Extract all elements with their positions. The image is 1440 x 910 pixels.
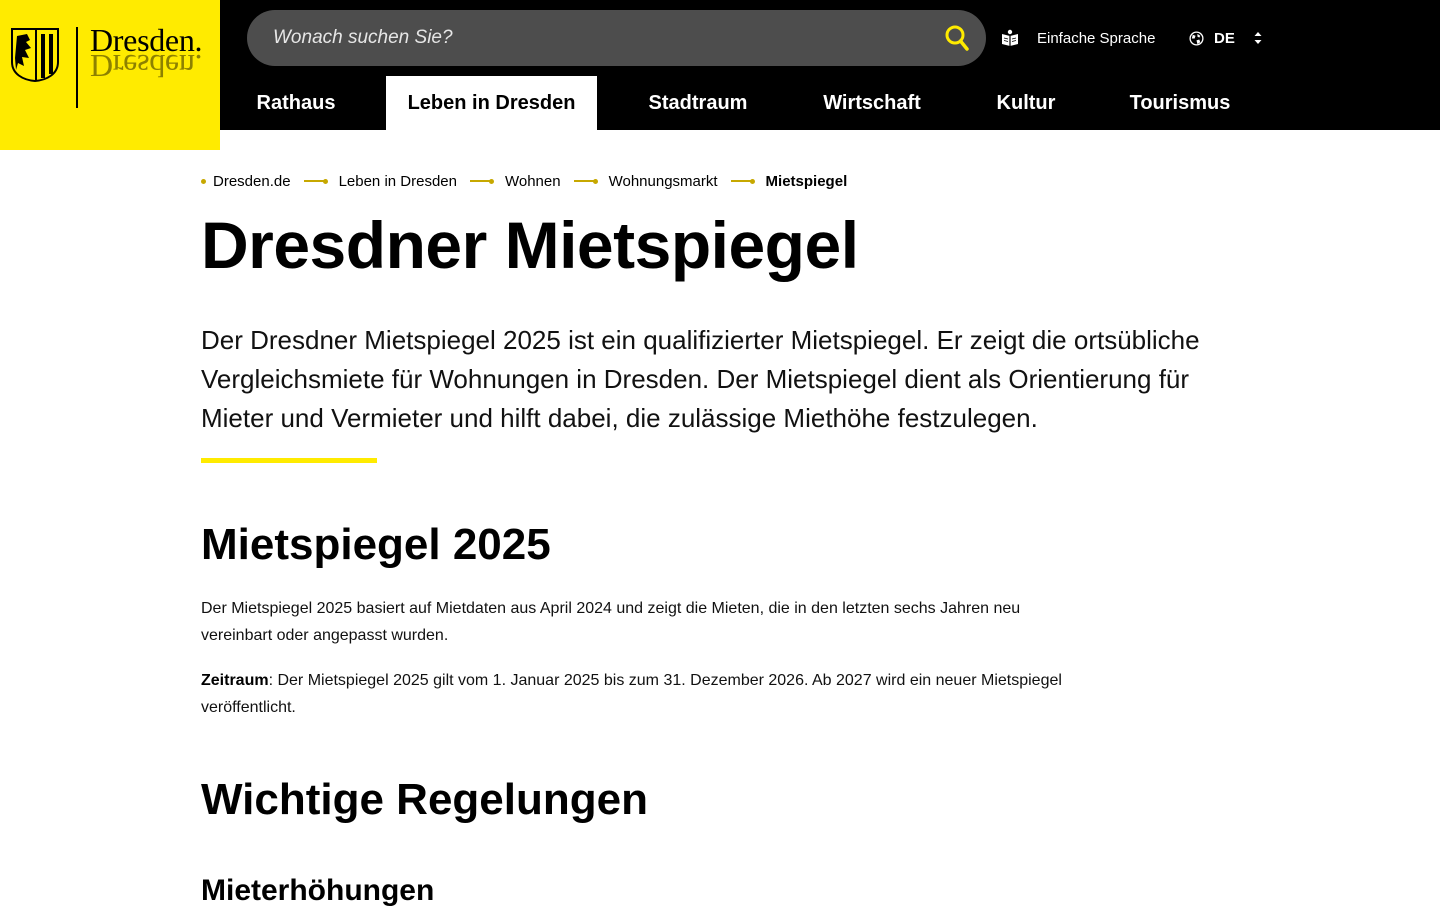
lead-paragraph: Der Dresdner Mietspiegel 2025 ist ein qu… <box>201 325 1200 433</box>
main-navigation: Rathaus Leben in Dresden Stadtraum Wirts… <box>220 76 1440 130</box>
accent-divider <box>201 458 377 463</box>
site-logo[interactable]: Dresden. Dresden. <box>0 0 220 150</box>
logo-divider <box>76 27 78 108</box>
easy-language-icon <box>1002 29 1018 46</box>
easy-language-link[interactable]: Einfache Sprache <box>1001 24 1155 52</box>
breadcrumb-bullet <box>201 178 206 184</box>
globe-icon <box>1189 30 1204 46</box>
breadcrumb: Dresden.de Leben in Dresden Wohnen Wohnu… <box>201 170 847 192</box>
dresden-crest-icon <box>11 28 59 82</box>
search-input[interactable] <box>273 10 913 66</box>
breadcrumb-separator <box>730 178 755 184</box>
breadcrumb-separator <box>573 178 598 184</box>
section-paragraph-period: Zeitraum: Der Mietspiegel 2025 gilt vom … <box>201 667 1071 721</box>
select-arrows-icon <box>1254 32 1262 44</box>
section-paragraph: Der Mietspiegel 2025 basiert auf Mietdat… <box>201 600 1021 644</box>
easy-language-label: Einfache Sprache <box>1037 29 1156 47</box>
period-text: : Der Mietspiegel 2025 gilt vom 1. Janua… <box>201 672 1062 716</box>
nav-item-tourismus[interactable]: Tourismus <box>1116 76 1244 130</box>
breadcrumb-item[interactable]: Leben in Dresden <box>339 173 457 190</box>
breadcrumb-item[interactable]: Dresden.de <box>213 173 291 190</box>
nav-item-leben-in-dresden[interactable]: Leben in Dresden <box>386 76 597 130</box>
breadcrumb-separator <box>469 178 494 184</box>
language-selector[interactable]: DE <box>1189 24 1263 52</box>
breadcrumb-current: Mietspiegel <box>765 172 848 190</box>
nav-item-stadtraum[interactable]: Stadtraum <box>633 76 763 130</box>
page-title: Dresdner Mietspiegel <box>201 208 859 282</box>
nav-item-wirtschaft[interactable]: Wirtschaft <box>807 76 937 130</box>
nav-item-rathaus[interactable]: Rathaus <box>242 76 350 130</box>
search-icon <box>945 25 969 51</box>
breadcrumb-item[interactable]: Wohnen <box>505 173 561 190</box>
section-heading-mietspiegel-2025: Mietspiegel 2025 <box>201 520 551 569</box>
search-button[interactable] <box>944 24 970 52</box>
section-heading-regelungen: Wichtige Regelungen <box>201 775 648 824</box>
subsection-heading-mieterhoehungen: Mieterhöhungen <box>201 874 435 907</box>
breadcrumb-item[interactable]: Wohnungsmarkt <box>609 173 718 190</box>
nav-item-kultur[interactable]: Kultur <box>980 76 1072 130</box>
logo-wordmark-reflection: Dresden. <box>90 48 203 84</box>
period-label: Zeitraum <box>201 672 269 689</box>
search-bar <box>247 10 986 66</box>
breadcrumb-separator <box>303 178 328 184</box>
language-code: DE <box>1214 29 1235 47</box>
